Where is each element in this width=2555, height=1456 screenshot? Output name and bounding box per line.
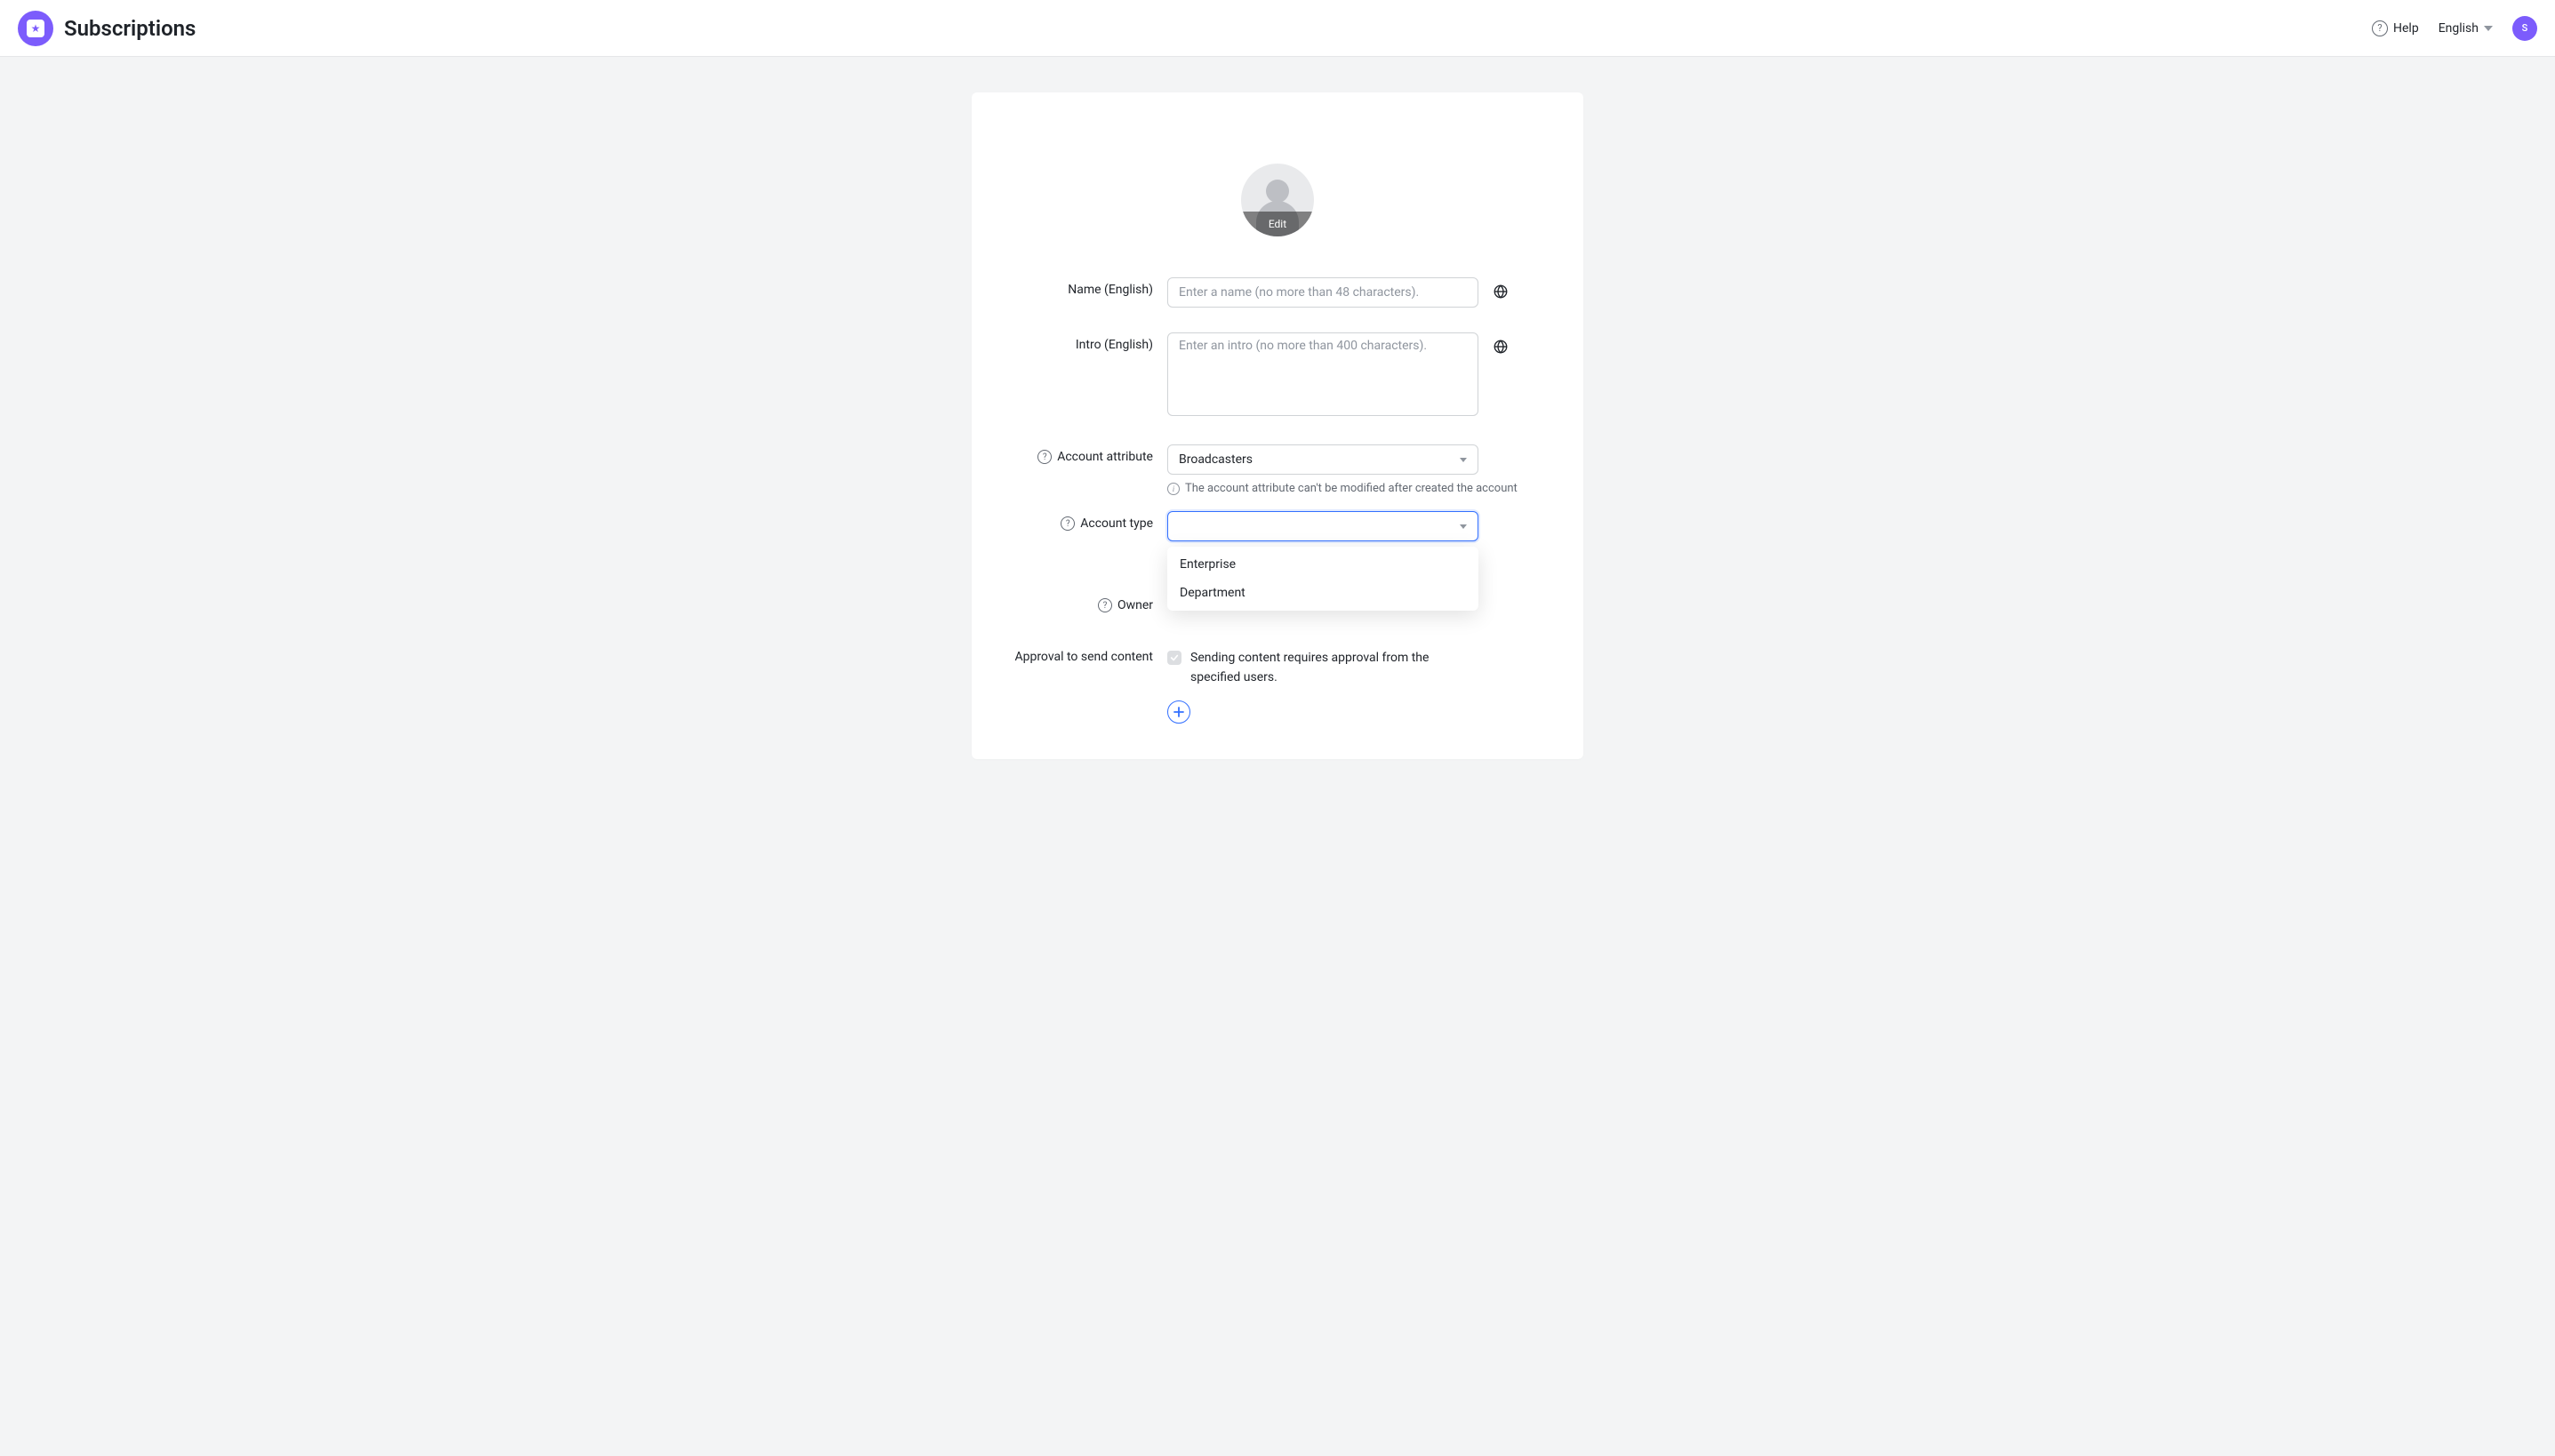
input-col-name [1167, 277, 1548, 308]
account-attribute-hint: i The account attribute can't be modifie… [1167, 482, 1548, 495]
avatar-edit-label: Edit [1241, 212, 1314, 236]
label-owner-text: Owner [1117, 598, 1153, 612]
row-name: Name (English) [1007, 277, 1548, 308]
help-link[interactable]: ? Help [2372, 20, 2419, 36]
form-card: Edit Name (English) Intro (En [972, 92, 1583, 759]
name-input[interactable] [1167, 277, 1478, 308]
label-account-type: ? Account type [1007, 511, 1167, 531]
label-account-attribute: ? Account attribute [1007, 444, 1167, 464]
chevron-down-icon [2484, 26, 2493, 31]
approval-checkbox-label: Sending content requires approval from t… [1190, 648, 1466, 688]
account-attribute-value: Broadcasters [1179, 452, 1253, 467]
help-icon[interactable]: ? [1098, 598, 1112, 612]
row-account-type: ? Account type Enterprise Department [1007, 511, 1548, 541]
app-logo: ★ [18, 11, 53, 46]
account-type-select[interactable] [1167, 511, 1478, 541]
globe-icon[interactable] [1493, 339, 1509, 358]
avatar-placeholder-head [1266, 180, 1289, 203]
intro-textarea[interactable] [1167, 332, 1478, 416]
language-label: English [2439, 21, 2479, 36]
label-intro-text: Intro (English) [1076, 338, 1153, 352]
label-owner: ? Owner [1007, 593, 1167, 612]
input-col-account-type: Enterprise Department [1167, 511, 1548, 541]
label-approval: Approval to send content [1007, 648, 1167, 664]
row-account-attribute: ? Account attribute Broadcasters i The a… [1007, 444, 1548, 495]
header-right: ? Help English S [2372, 16, 2537, 41]
row-approval: Approval to send content Sending content… [1007, 648, 1548, 724]
help-icon[interactable]: ? [1037, 450, 1052, 464]
label-intro: Intro (English) [1007, 332, 1167, 352]
chevron-down-icon [1460, 524, 1467, 529]
logo-inner: ★ [27, 20, 44, 37]
row-intro: Intro (English) [1007, 332, 1548, 420]
hint-text: The account attribute can't be modified … [1185, 482, 1518, 495]
plus-icon [1173, 707, 1184, 717]
star-icon: ★ [31, 23, 41, 34]
chevron-down-icon [1460, 458, 1467, 462]
label-approval-text: Approval to send content [1014, 650, 1153, 664]
app-title: Subscriptions [64, 16, 196, 41]
dropdown-option-department[interactable]: Department [1167, 579, 1478, 607]
check-icon [1170, 653, 1179, 662]
header-left: ★ Subscriptions [18, 11, 196, 46]
label-account-type-text: Account type [1080, 516, 1153, 531]
help-icon: ? [2372, 20, 2388, 36]
language-selector[interactable]: English [2439, 21, 2493, 36]
label-name: Name (English) [1007, 277, 1167, 297]
approval-checkbox[interactable] [1167, 651, 1181, 665]
help-icon[interactable]: ? [1061, 516, 1075, 531]
input-col-intro [1167, 332, 1548, 420]
page-body: Edit Name (English) Intro (En [0, 57, 2555, 759]
info-icon: i [1167, 483, 1180, 495]
approval-checkbox-row: Sending content requires approval from t… [1167, 648, 1548, 688]
avatar-upload[interactable]: Edit [1241, 164, 1314, 236]
label-account-attribute-text: Account attribute [1057, 450, 1153, 464]
dropdown-option-enterprise[interactable]: Enterprise [1167, 550, 1478, 579]
help-label: Help [2393, 21, 2419, 36]
account-attribute-select[interactable]: Broadcasters [1167, 444, 1478, 475]
globe-icon[interactable] [1493, 284, 1509, 303]
account-type-dropdown: Enterprise Department [1167, 547, 1478, 611]
input-col-account-attribute: Broadcasters i The account attribute can… [1167, 444, 1548, 495]
add-approver-button[interactable] [1167, 700, 1190, 724]
user-avatar[interactable]: S [2512, 16, 2537, 41]
app-header: ★ Subscriptions ? Help English S [0, 0, 2555, 57]
input-col-approval: Sending content requires approval from t… [1167, 648, 1548, 724]
label-name-text: Name (English) [1068, 283, 1153, 297]
